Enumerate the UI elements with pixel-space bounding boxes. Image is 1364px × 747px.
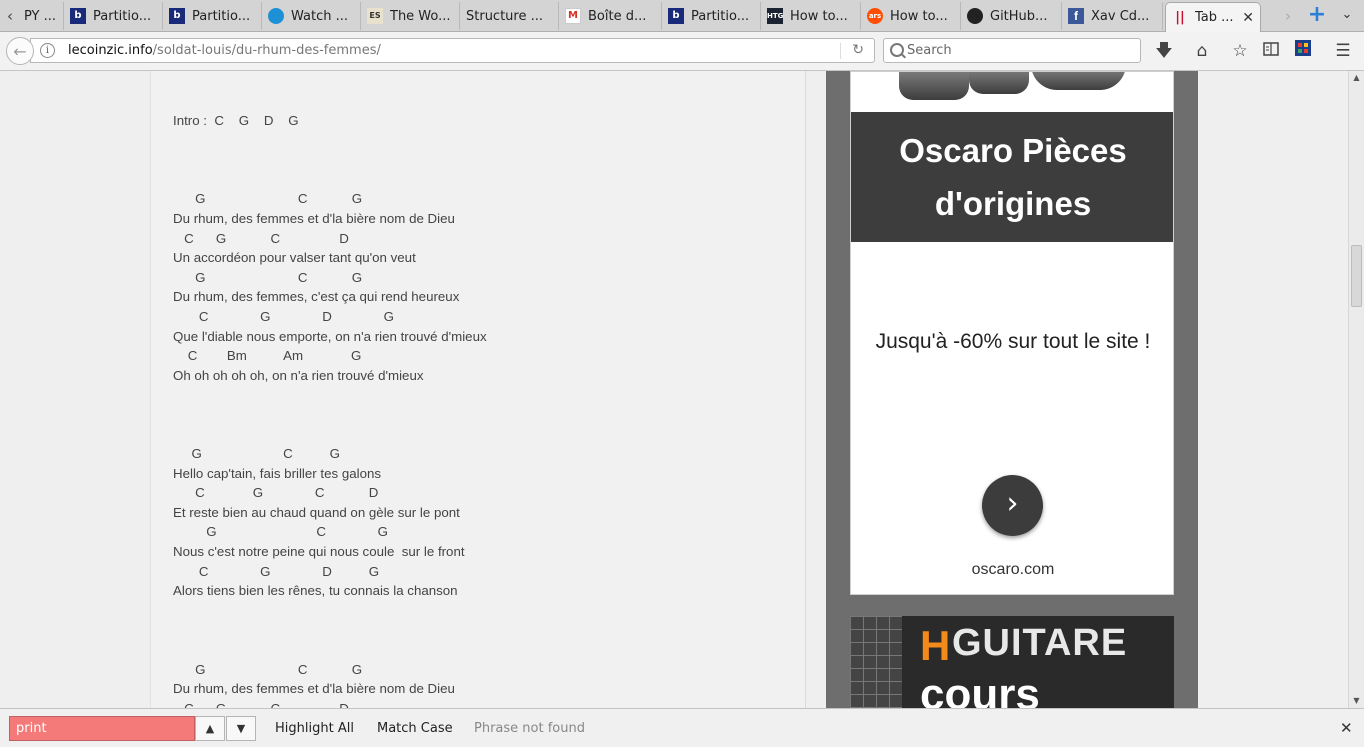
tab-label: Partitio... bbox=[93, 8, 152, 24]
back-button[interactable]: ← bbox=[6, 37, 34, 65]
partition-site-icon: b bbox=[70, 8, 86, 24]
home-icon[interactable]: ⌂ bbox=[1191, 40, 1213, 62]
ad-body: Jusqu'à -60% sur tout le site ! bbox=[875, 330, 1151, 353]
tab[interactable]: ars How to... bbox=[861, 2, 961, 30]
oscaro-ad[interactable]: Oscaro Pièces d'origines Jusqu'à -60% su… bbox=[850, 71, 1174, 595]
menu-icon[interactable]: ☰ bbox=[1332, 40, 1354, 62]
tab[interactable]: f Xav Cd... bbox=[1062, 2, 1163, 30]
ad-product-image bbox=[851, 72, 1173, 112]
tab[interactable]: Structure ... bbox=[460, 2, 559, 30]
tab-label: Boîte d... bbox=[588, 8, 647, 24]
tab-label: Partitio... bbox=[192, 8, 251, 24]
tab-label: GitHub... bbox=[990, 8, 1048, 24]
tab[interactable]: GitHub... bbox=[961, 2, 1062, 30]
tab[interactable]: b Partitio... bbox=[163, 2, 262, 30]
search-placeholder: Search bbox=[907, 43, 952, 58]
gmail-icon: M bbox=[565, 8, 581, 24]
github-icon bbox=[967, 8, 983, 24]
tab-label: PY ... bbox=[24, 8, 57, 24]
lyrics-text: Intro : C G D G G C G Du rhum, des femme… bbox=[173, 113, 487, 708]
extension-icon[interactable] bbox=[1292, 40, 1314, 62]
search-icon bbox=[890, 43, 904, 57]
tab[interactable]: HTG How to... bbox=[761, 2, 861, 30]
scroll-up-arrow-icon[interactable]: ▲ bbox=[1349, 71, 1364, 85]
reading-list-icon[interactable] bbox=[1260, 40, 1282, 62]
facebook-icon: f bbox=[1068, 8, 1084, 24]
tab-label: Watch ... bbox=[291, 8, 349, 24]
tab[interactable]: PY ... bbox=[18, 2, 64, 30]
tab[interactable]: ES The Wo... bbox=[361, 2, 460, 30]
reload-icon[interactable]: ↻ bbox=[852, 42, 864, 58]
tab[interactable]: M Boîte d... bbox=[559, 2, 662, 30]
url-bar[interactable]: i lecoinzic.info/soldat-louis/du-rhum-de… bbox=[30, 38, 875, 63]
lyrics-panel: Intro : C G D G G C G Du rhum, des femme… bbox=[150, 71, 806, 708]
find-bar: print ▲ ▼ Highlight All Match Case Phras… bbox=[0, 708, 1364, 747]
scroll-down-arrow-icon[interactable]: ▼ bbox=[1349, 694, 1364, 708]
tab-active[interactable]: || Tab ... ✕ bbox=[1165, 2, 1261, 32]
chevron-right-icon[interactable]: › bbox=[982, 475, 1043, 536]
partition-site-icon: b bbox=[169, 8, 185, 24]
url-separator bbox=[840, 43, 841, 59]
site-info-icon[interactable]: i bbox=[40, 43, 55, 58]
guitare-ad[interactable]: H GUITARE cours bbox=[850, 616, 1174, 708]
vertical-scrollbar[interactable]: ▲ ▼ bbox=[1348, 71, 1364, 708]
partition-site-icon: b bbox=[668, 8, 684, 24]
scroll-thumb[interactable] bbox=[1351, 245, 1362, 307]
tab-scroll-right-button[interactable]: › bbox=[1278, 0, 1298, 31]
ad-grid-image bbox=[850, 616, 902, 708]
tab-label: How to... bbox=[890, 8, 948, 24]
url-host: lecoinzic.info bbox=[68, 43, 153, 58]
tab-label: The Wo... bbox=[390, 8, 451, 24]
navigation-bar: i lecoinzic.info/soldat-louis/du-rhum-de… bbox=[0, 32, 1364, 71]
tab-label: Xav Cd... bbox=[1091, 8, 1150, 24]
list-all-tabs-button[interactable]: ⌄ bbox=[1337, 4, 1357, 26]
tab-label: How to... bbox=[790, 8, 848, 24]
tab-strip: ‹ PY ... b Partitio... b Partitio... Wat… bbox=[0, 0, 1364, 32]
highlight-all-button[interactable]: Highlight All bbox=[275, 721, 354, 736]
htg-icon: HTG bbox=[767, 8, 783, 24]
close-icon[interactable]: ✕ bbox=[1340, 719, 1353, 737]
tab[interactable]: Watch ... bbox=[262, 2, 361, 30]
tab-label: Tab ... bbox=[1195, 10, 1234, 25]
downloads-icon[interactable]: 🡇 bbox=[1153, 40, 1175, 62]
close-tab-icon[interactable]: ✕ bbox=[1234, 10, 1254, 26]
ad-domain: oscaro.com bbox=[971, 561, 1055, 578]
tab-label: Structure ... bbox=[466, 8, 544, 24]
ad-part-shape bbox=[899, 72, 969, 100]
watch-icon bbox=[268, 8, 284, 24]
tab[interactable]: b Partitio... bbox=[662, 2, 761, 30]
ad-subtitle: cours bbox=[920, 670, 1040, 708]
ad-part-shape bbox=[969, 72, 1029, 94]
tab[interactable]: b Partitio... bbox=[64, 2, 163, 30]
new-tab-button[interactable]: + bbox=[1307, 4, 1327, 26]
tab-site-icon: || bbox=[1175, 9, 1185, 25]
search-input[interactable]: Search bbox=[883, 38, 1141, 63]
es-icon: ES bbox=[367, 8, 383, 24]
ars-icon: ars bbox=[867, 8, 883, 24]
find-next-button[interactable]: ▼ bbox=[226, 716, 256, 741]
ad-sidebar: Oscaro Pièces d'origines Jusqu'à -60% su… bbox=[826, 71, 1198, 708]
find-status: Phrase not found bbox=[474, 721, 585, 736]
match-case-button[interactable]: Match Case bbox=[377, 721, 453, 736]
url-path: /soldat-louis/du-rhum-des-femmes/ bbox=[152, 43, 381, 58]
bookmark-star-icon[interactable]: ☆ bbox=[1229, 40, 1251, 62]
page-content: Intro : C G D G G C G Du rhum, des femme… bbox=[0, 71, 1348, 708]
ad-logo-letter: H bbox=[920, 622, 951, 669]
find-input[interactable]: print bbox=[9, 716, 195, 741]
ad-headline: Oscaro Pièces d'origines bbox=[851, 112, 1173, 242]
tab-scroll-left-button[interactable]: ‹ bbox=[0, 0, 20, 31]
ad-title: GUITARE bbox=[952, 622, 1128, 664]
find-previous-button[interactable]: ▲ bbox=[195, 716, 225, 741]
url-text[interactable]: lecoinzic.info/soldat-louis/du-rhum-des-… bbox=[68, 43, 381, 58]
ad-part-shape bbox=[1031, 72, 1126, 90]
tab-label: Partitio... bbox=[691, 8, 750, 24]
